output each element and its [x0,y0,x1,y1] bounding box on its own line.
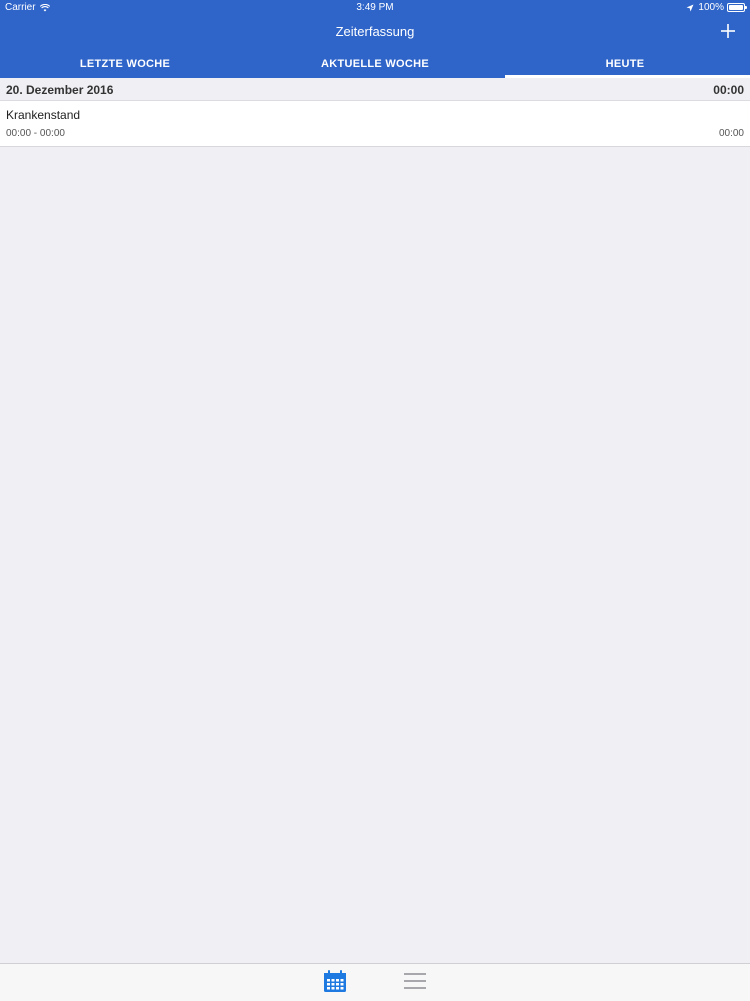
bottom-tab-bar [0,963,750,1001]
page-title: Zeiterfassung [335,24,415,39]
tab-letzte-woche[interactable]: LETZTE WOCHE [0,50,250,78]
calendar-icon[interactable] [322,968,348,994]
navigation-bar: Zeiterfassung [0,15,750,50]
section-date: 20. Dezember 2016 [6,83,114,97]
entry-duration: 00:00 [718,128,744,139]
time-entry-row[interactable]: Krankenstand 00:00 - 00:00 00:00 [0,101,750,147]
day-section-header: 20. Dezember 2016 00:00 [0,78,750,101]
plus-icon[interactable] [718,21,738,41]
battery-percent: 100% [698,2,724,13]
section-total-time: 00:00 [713,83,744,97]
location-arrow-icon [686,4,694,11]
status-time: 3:49 PM [356,2,394,13]
tab-heute[interactable]: HEUTE [500,50,750,78]
battery-icon [727,3,747,12]
menu-icon[interactable] [402,968,428,994]
entry-title: Krankenstand [6,108,81,122]
entry-time-range: 00:00 - 00:00 [6,128,65,139]
status-bar: Carrier 3:49 PM 100% [0,0,750,15]
status-right: 100% [686,2,747,13]
segment-tab-bar: LETZTE WOCHE AKTUELLE WOCHE HEUTE [0,50,750,78]
tab-aktuelle-woche[interactable]: AKTUELLE WOCHE [250,50,500,78]
